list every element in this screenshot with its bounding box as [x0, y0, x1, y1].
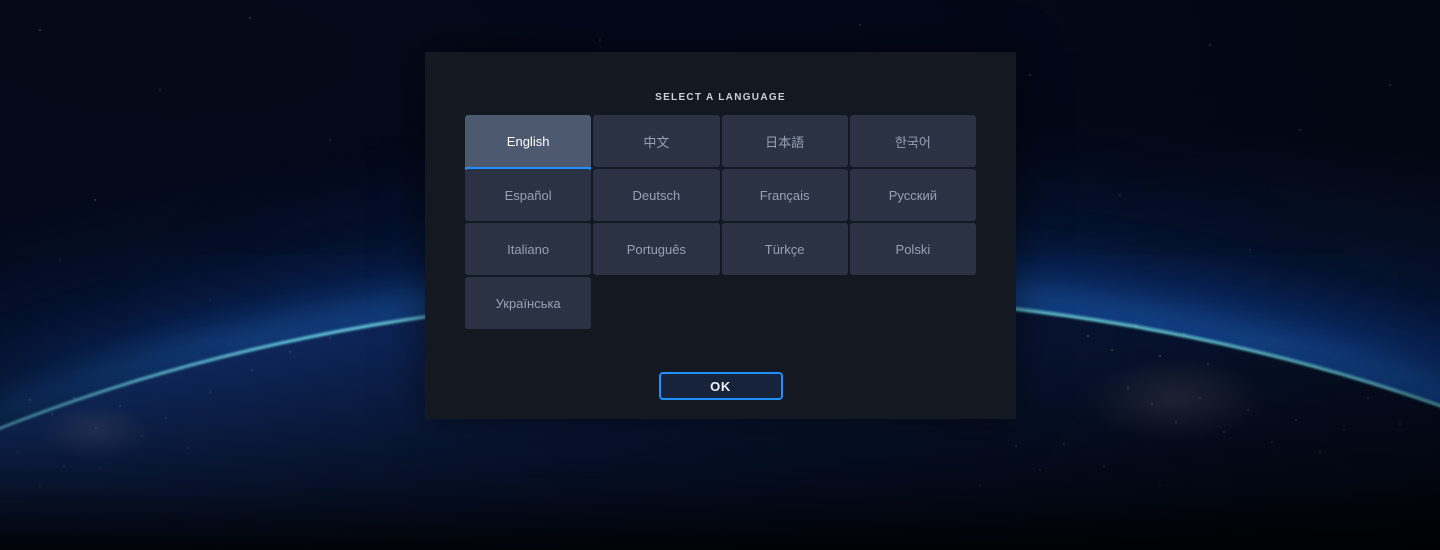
language-option[interactable]: Українська [465, 277, 592, 329]
language-option[interactable]: English [465, 115, 592, 170]
language-option[interactable]: 中文 [593, 115, 720, 167]
language-option[interactable]: Deutsch [593, 169, 720, 221]
dialog-title: SELECT A LANGUAGE [655, 92, 786, 103]
language-option[interactable]: 한국어 [849, 115, 976, 167]
language-option[interactable]: Türkçe [721, 223, 848, 275]
language-option[interactable]: Español [465, 169, 592, 221]
language-option[interactable]: 日本語 [721, 115, 848, 167]
language-option[interactable]: Français [721, 169, 848, 221]
language-option[interactable]: Italiano [465, 223, 592, 275]
dialog-actions: OK [425, 372, 1016, 400]
ok-button[interactable]: OK [658, 372, 783, 400]
language-selection-dialog: SELECT A LANGUAGE English 中文 日本語 한국어 Español… [425, 52, 1016, 419]
screen: SELECT A LANGUAGE English 中文 日本語 한국어 Español… [0, 0, 1440, 550]
language-option[interactable]: Polski [849, 223, 976, 275]
language-option[interactable]: Русский [849, 169, 976, 221]
language-grid: English 中文 日本語 한국어 Español Deutsch Français Рус… [465, 115, 976, 329]
language-option[interactable]: Português [593, 223, 720, 275]
